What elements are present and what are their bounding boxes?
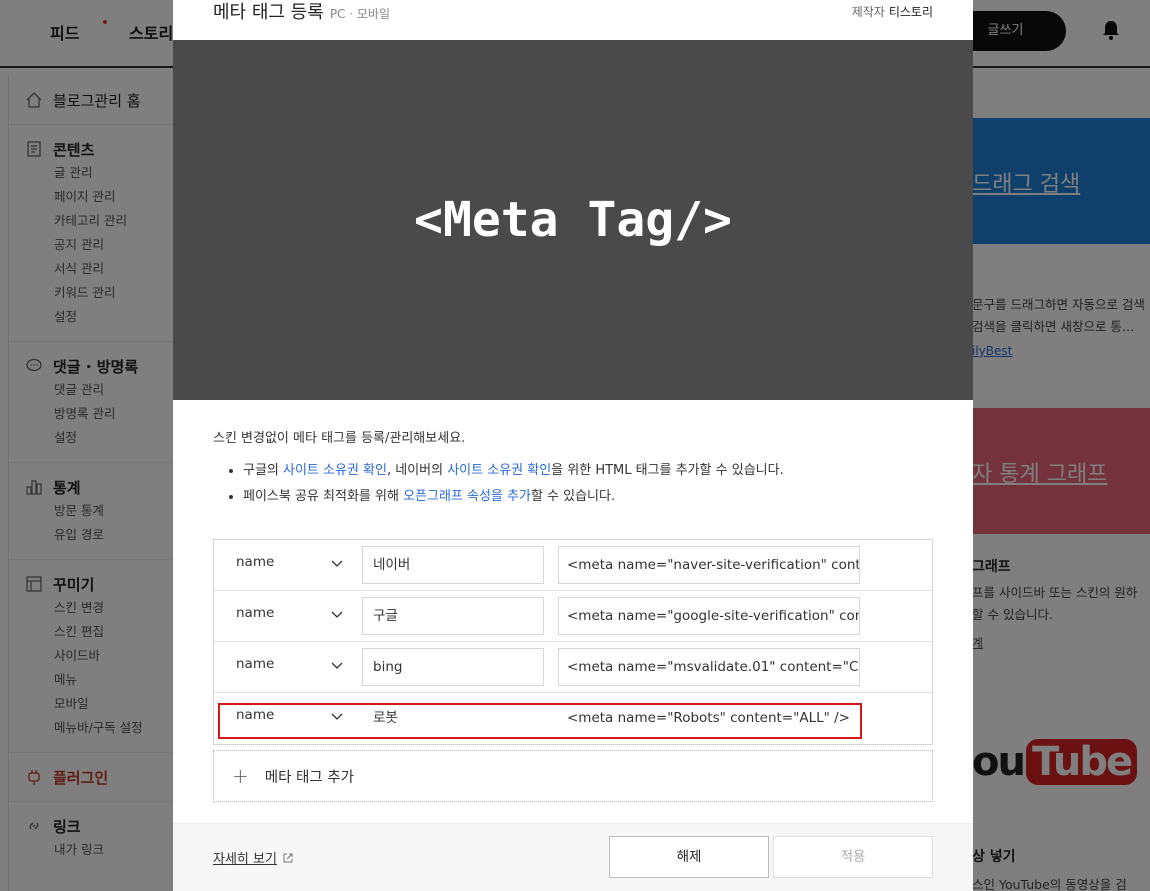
tag-name-field[interactable]: 구글 [362, 597, 544, 635]
banner-text: <Meta Tag/> [414, 192, 732, 248]
tag-name-field[interactable]: 네이버 [362, 546, 544, 584]
tag-content-field[interactable]: <meta name="msvalidate.01" content="C120… [558, 648, 860, 686]
modal-footer: 자세히 보기 해제 적용 [173, 823, 973, 891]
external-link-icon [283, 853, 293, 863]
attribute-select[interactable]: name [236, 554, 344, 576]
apply-button[interactable]: 적용 [773, 836, 933, 878]
open-graph-link[interactable]: 오픈그래프 속성을 추가 [403, 489, 531, 504]
tag-content-field[interactable]: <meta name="naver-site-verification" con… [558, 546, 860, 584]
tag-content-field[interactable]: <meta name="google-site-verification" co… [558, 597, 860, 635]
attribute-select[interactable]: name [236, 605, 344, 627]
plus-icon: + [232, 764, 249, 788]
meta-tag-row: name 로봇 <meta name="Robots" content="ALL… [214, 693, 932, 744]
maker-name: 티스토리 [888, 5, 933, 19]
chevron-down-icon [331, 662, 343, 669]
highlight-box [218, 703, 862, 739]
more-info-link[interactable]: 자세히 보기 [213, 848, 293, 867]
add-meta-tag-button[interactable]: + 메타 태그 추가 [213, 750, 933, 802]
plugin-banner: <Meta Tag/> [173, 40, 973, 400]
meta-tag-row: name bing <meta name="msvalidate.01" con… [214, 642, 932, 693]
modal-header: 메타 태그 등록 PC · 모바일 제작자 티스토리 [173, 0, 973, 40]
modal-description: 스킨 변경없이 메타 태그를 등록/관리해보세요. [213, 431, 466, 446]
site-ownership-link-google[interactable]: 사이트 소유권 확인 [283, 463, 387, 478]
meta-tag-table: name 네이버 <meta name="naver-site-verifica… [213, 539, 933, 745]
modal-subtitle: PC · 모바일 [329, 7, 390, 21]
site-ownership-link-naver[interactable]: 사이트 소유권 확인 [447, 463, 551, 478]
chevron-down-icon [331, 560, 343, 567]
meta-tag-row: name 구글 <meta name="google-site-verifica… [214, 591, 932, 642]
disable-button[interactable]: 해제 [609, 836, 769, 878]
tag-name-field[interactable]: bing [362, 648, 544, 686]
meta-tag-row: name 네이버 <meta name="naver-site-verifica… [214, 540, 932, 591]
feature-list: 구글의 사이트 소유권 확인, 네이버의 사이트 소유권 확인을 위한 HTML… [225, 461, 784, 513]
feature-item: 페이스북 공유 최적화를 위해 오픈그래프 속성을 추가할 수 있습니다. [225, 487, 784, 513]
modal-title: 메타 태그 등록 PC · 모바일 [213, 2, 390, 23]
attribute-select[interactable]: name [236, 656, 344, 678]
maker-info: 제작자 티스토리 [851, 5, 933, 19]
chevron-down-icon [331, 611, 343, 618]
feature-item: 구글의 사이트 소유권 확인, 네이버의 사이트 소유권 확인을 위한 HTML… [225, 461, 784, 487]
meta-tag-modal: 메타 태그 등록 PC · 모바일 제작자 티스토리 <Meta Tag/> 스킨 … [173, 0, 973, 891]
